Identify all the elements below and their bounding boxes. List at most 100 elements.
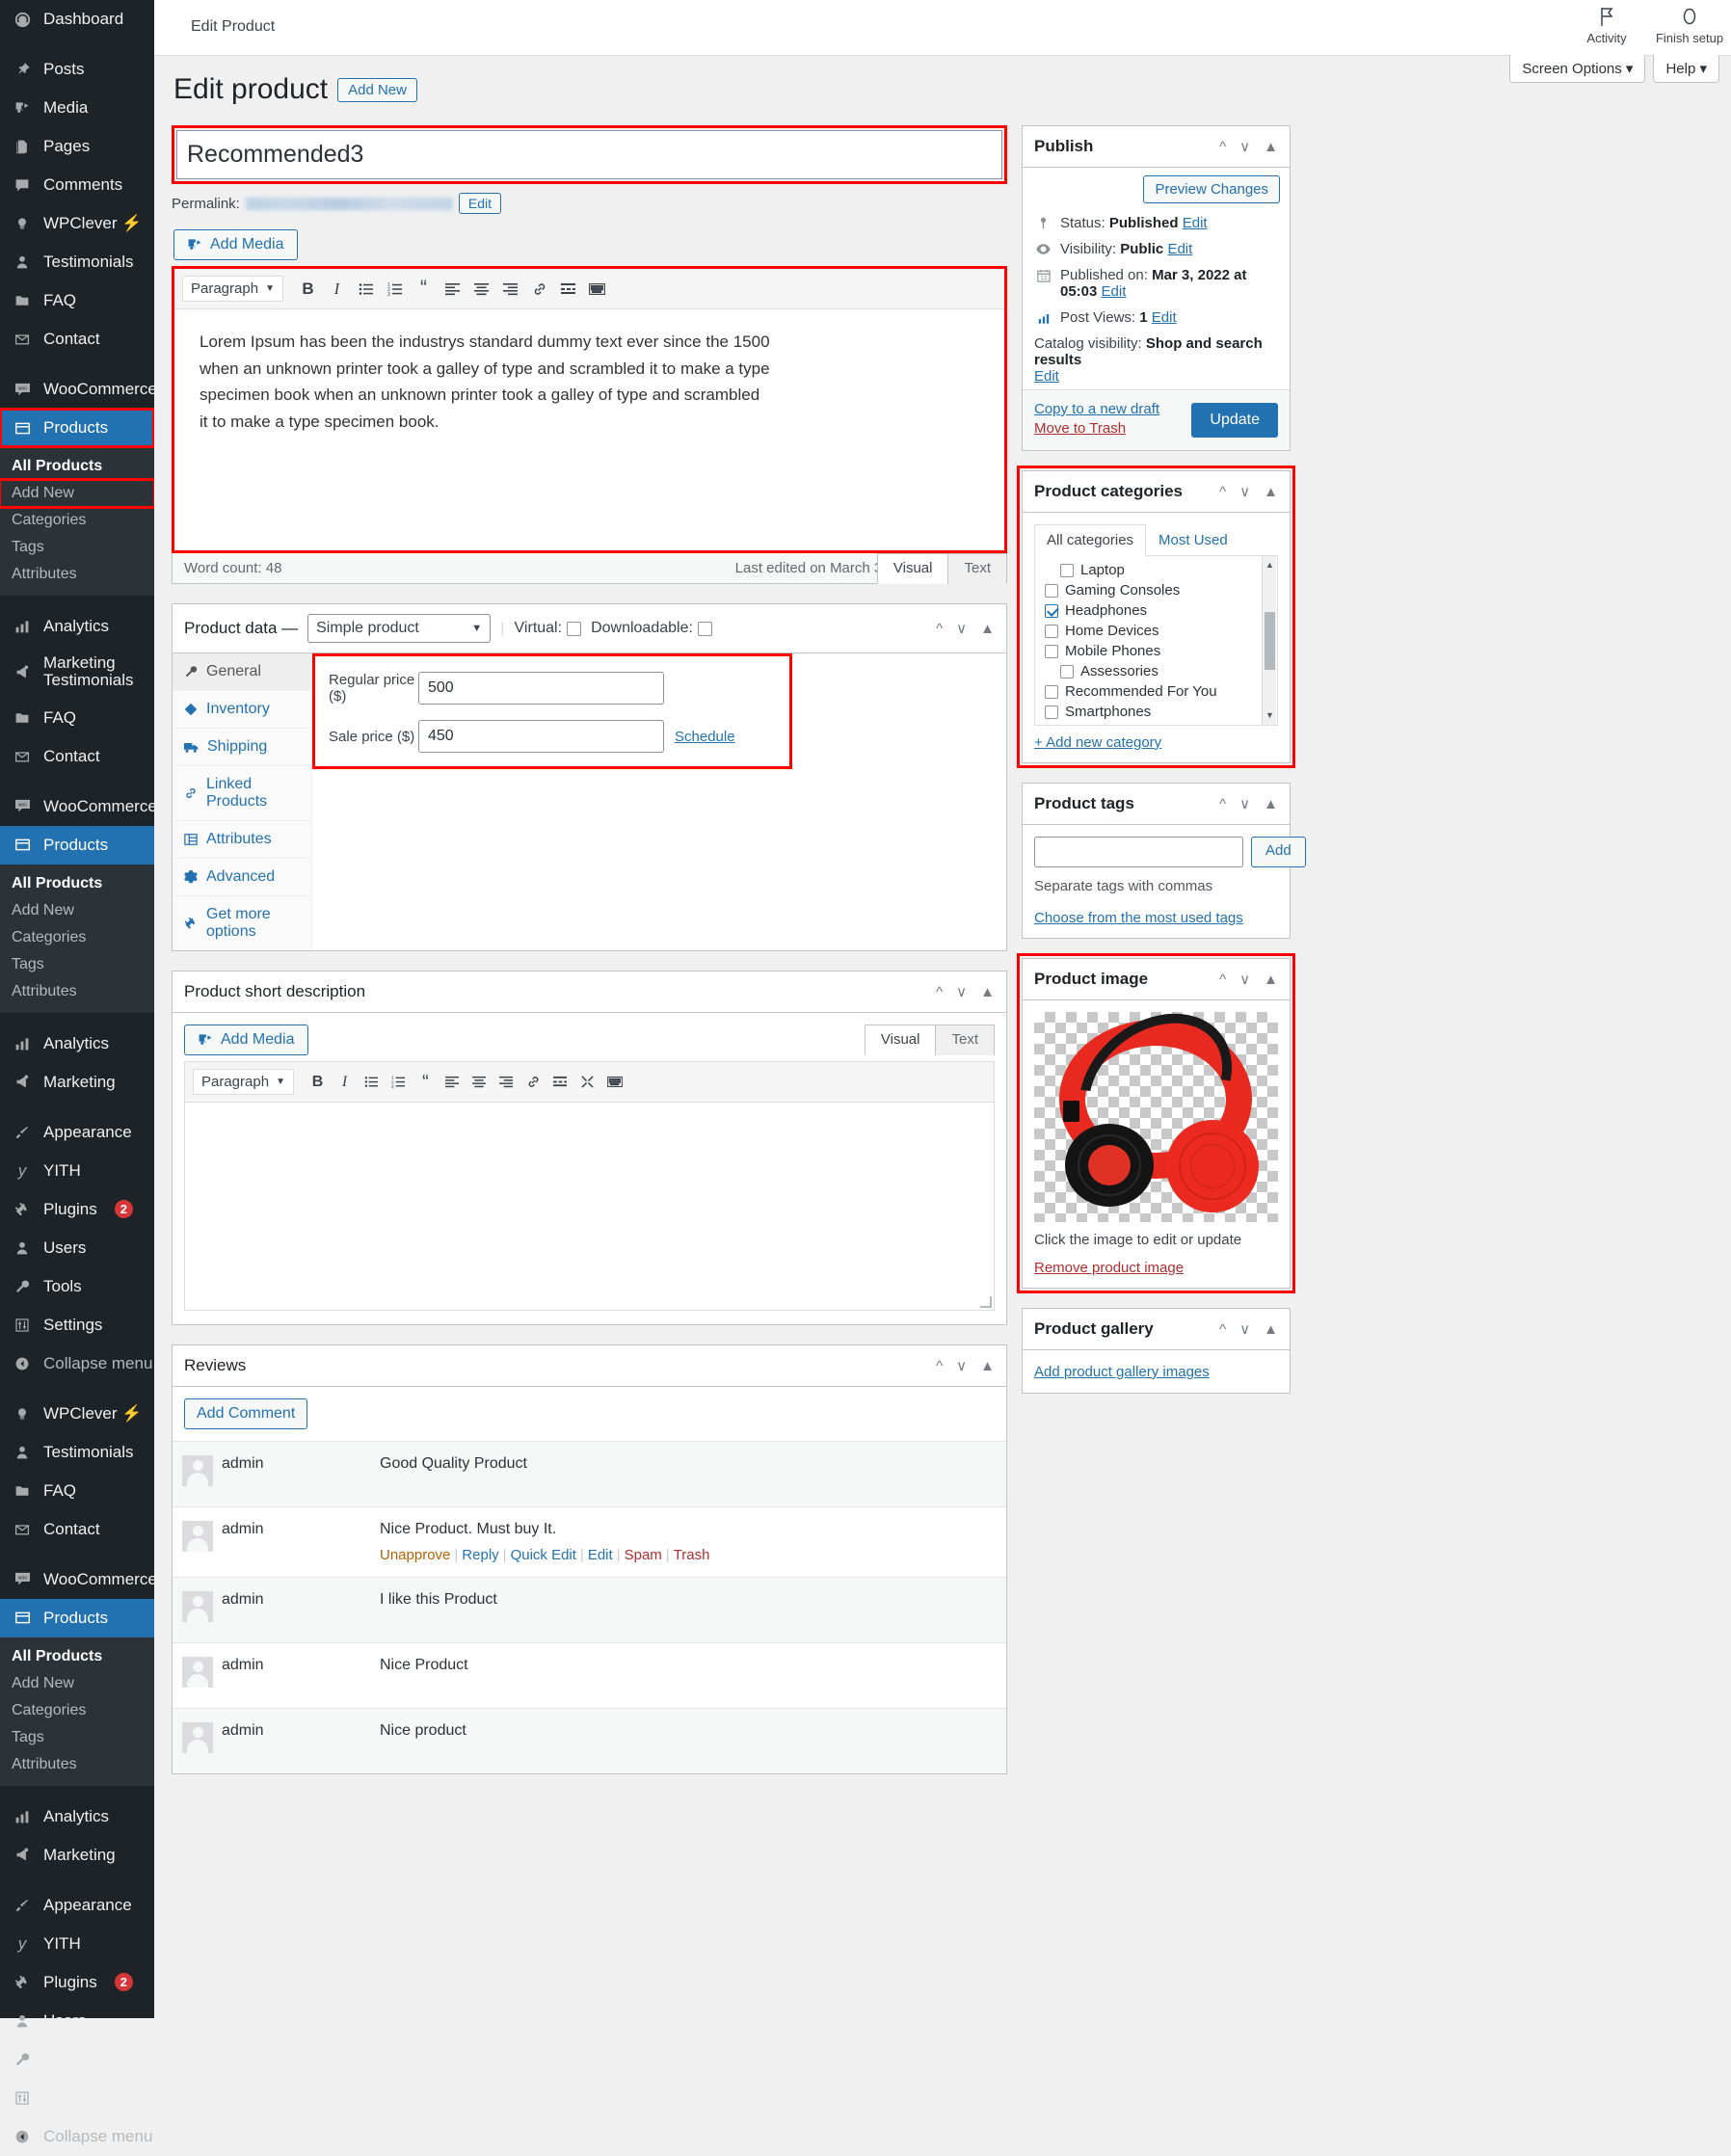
- category-checkbox[interactable]: [1045, 644, 1058, 658]
- sidebar-item-users[interactable]: Users: [0, 1229, 154, 1267]
- sidebar-subitem-all-products[interactable]: All Products: [0, 1643, 154, 1670]
- tab-attributes[interactable]: Attributes: [173, 821, 311, 859]
- keyboard-shortcuts-icon[interactable]: [602, 1070, 626, 1094]
- sidebar-item-testimonials[interactable]: Testimonials: [0, 243, 154, 281]
- copy-to-new-draft-link[interactable]: Copy to a new draft: [1034, 401, 1159, 417]
- sidebar-item-woocommerce-3[interactable]: woo WooCommerce: [0, 1560, 157, 1599]
- category-scrollbar[interactable]: ▲ ▼: [1262, 556, 1276, 725]
- add-new-button[interactable]: Add New: [337, 77, 417, 102]
- numbered-list-icon[interactable]: 123: [386, 1070, 411, 1094]
- category-checkbox[interactable]: [1045, 624, 1058, 638]
- category-checkbox[interactable]: [1045, 603, 1058, 618]
- move-up-icon[interactable]: ^: [1219, 485, 1226, 499]
- short-description-content[interactable]: [185, 1103, 994, 1310]
- toggle-panel-icon[interactable]: ▲: [980, 1359, 995, 1373]
- sidebar-item-analytics[interactable]: Analytics: [0, 607, 154, 646]
- italic-icon[interactable]: I: [324, 276, 350, 302]
- sidebar-item-marketing-2[interactable]: Marketing: [0, 1836, 154, 1875]
- activity-button[interactable]: Activity: [1565, 4, 1648, 45]
- sidebar-subitem-categories[interactable]: Categories: [0, 924, 154, 951]
- add-comment-button[interactable]: Add Comment: [184, 1398, 308, 1429]
- sidebar-item-tools-2[interactable]: Tools: [0, 2040, 154, 2079]
- paragraph-format-select[interactable]: Paragraph ▼: [182, 276, 283, 302]
- sidebar-subitem-categories[interactable]: Categories: [0, 1697, 154, 1724]
- sidebar-item-yith-2[interactable]: y YITH: [0, 1925, 154, 1963]
- numbered-list-icon[interactable]: 123: [382, 276, 408, 302]
- italic-icon[interactable]: I: [333, 1070, 357, 1094]
- sidebar-item-pages[interactable]: Pages: [0, 127, 154, 166]
- tab-shipping[interactable]: Shipping: [173, 729, 311, 766]
- tab-inventory[interactable]: Inventory: [173, 691, 311, 729]
- tab-advanced[interactable]: Advanced: [173, 859, 311, 896]
- align-right-icon[interactable]: [497, 276, 523, 302]
- screen-options-button[interactable]: Screen Options ▾: [1509, 55, 1646, 83]
- sidebar-item-media[interactable]: Media: [0, 89, 154, 127]
- move-down-icon[interactable]: ∨: [956, 1359, 967, 1373]
- list-item[interactable]: Smartphones: [1035, 702, 1277, 722]
- sidebar-item-wpclever-2[interactable]: WPClever ⚡: [0, 1395, 154, 1433]
- sidebar-item-analytics-3[interactable]: Analytics: [0, 1797, 154, 1836]
- list-item[interactable]: Assessories: [1035, 661, 1277, 681]
- category-checkbox[interactable]: [1045, 684, 1058, 699]
- sidebar-item-users-2[interactable]: Users: [0, 2002, 154, 2040]
- virtual-checkbox[interactable]: [567, 621, 582, 636]
- toggle-panel-icon[interactable]: ▲: [1264, 1322, 1278, 1337]
- list-item[interactable]: Gaming Consoles: [1035, 580, 1277, 600]
- sale-price-input[interactable]: [418, 720, 664, 753]
- move-down-icon[interactable]: ∨: [956, 985, 967, 999]
- link-icon[interactable]: [521, 1070, 546, 1094]
- sidebar-subitem-tags[interactable]: Tags: [0, 951, 154, 978]
- sidebar-item-woocommerce[interactable]: woo WooCommerce: [0, 370, 157, 409]
- trash-link[interactable]: Trash: [674, 1547, 710, 1563]
- tab-all-categories[interactable]: All categories: [1034, 524, 1147, 556]
- downloadable-checkbox-wrap[interactable]: Downloadable:: [591, 620, 712, 637]
- product-image-thumbnail[interactable]: [1034, 1012, 1278, 1222]
- sidebar-subitem-tags[interactable]: Tags: [0, 1724, 154, 1751]
- sidebar-item-products-2[interactable]: Products: [0, 825, 162, 865]
- list-item[interactable]: Laptop: [1035, 560, 1277, 580]
- sidebar-item-contact-2[interactable]: Contact: [0, 737, 154, 776]
- move-down-icon[interactable]: ∨: [1239, 140, 1250, 154]
- sidebar-item-contact-3[interactable]: Contact: [0, 1510, 154, 1549]
- sidebar-item-products[interactable]: Products: [0, 408, 162, 448]
- sidebar-item-dashboard[interactable]: Dashboard: [0, 0, 154, 39]
- help-button[interactable]: Help ▾: [1653, 55, 1719, 83]
- list-item[interactable]: Mobile Phones: [1035, 641, 1277, 661]
- most-used-tags-link[interactable]: Choose from the most used tags: [1034, 910, 1278, 926]
- align-center-icon[interactable]: [468, 276, 494, 302]
- paragraph-format-select[interactable]: Paragraph ▼: [193, 1069, 294, 1095]
- scroll-up-icon[interactable]: ▲: [1263, 558, 1277, 572]
- fullscreen-icon[interactable]: [575, 1070, 599, 1094]
- tab-general[interactable]: General: [173, 653, 311, 691]
- finish-setup-button[interactable]: Finish setup: [1648, 4, 1731, 45]
- reply-link[interactable]: Reply: [462, 1547, 498, 1563]
- tab-text[interactable]: Text: [947, 553, 1007, 584]
- read-more-icon[interactable]: [555, 276, 581, 302]
- spam-link[interactable]: Spam: [625, 1547, 662, 1563]
- tab-get-more-options[interactable]: Get more options: [173, 896, 311, 950]
- toggle-panel-icon[interactable]: ▲: [980, 622, 995, 636]
- toggle-panel-icon[interactable]: ▲: [1264, 140, 1278, 154]
- keyboard-shortcuts-icon[interactable]: [584, 276, 610, 302]
- sidebar-item-products-3[interactable]: Products: [0, 1598, 162, 1637]
- sidebar-item-settings-2[interactable]: Settings: [0, 2079, 154, 2117]
- sidebar-item-plugins[interactable]: Plugins 2: [0, 1190, 154, 1229]
- align-left-icon[interactable]: [439, 276, 466, 302]
- blockquote-icon[interactable]: “: [411, 276, 437, 302]
- status-edit-link[interactable]: Edit: [1183, 215, 1208, 231]
- regular-price-input[interactable]: [418, 672, 664, 705]
- sidebar-item-appearance-2[interactable]: Appearance: [0, 1886, 154, 1925]
- sidebar-subitem-attributes[interactable]: Attributes: [0, 978, 154, 1005]
- move-up-icon[interactable]: ^: [936, 1359, 943, 1373]
- virtual-checkbox-wrap[interactable]: Virtual:: [515, 620, 582, 637]
- tab-visual[interactable]: Visual: [876, 553, 949, 584]
- tab-most-used[interactable]: Most Used: [1146, 524, 1240, 556]
- move-down-icon[interactable]: ∨: [1239, 485, 1250, 499]
- sidebar-item-collapse-menu[interactable]: Collapse menu: [0, 1344, 154, 1383]
- move-up-icon[interactable]: ^: [1219, 972, 1226, 987]
- editor-content[interactable]: Lorem Ipsum has been the industrys stand…: [174, 309, 1004, 550]
- bold-icon[interactable]: B: [295, 276, 321, 302]
- align-right-icon[interactable]: [494, 1070, 519, 1094]
- remove-product-image-link[interactable]: Remove product image: [1034, 1260, 1278, 1276]
- bulleted-list-icon[interactable]: [360, 1070, 384, 1094]
